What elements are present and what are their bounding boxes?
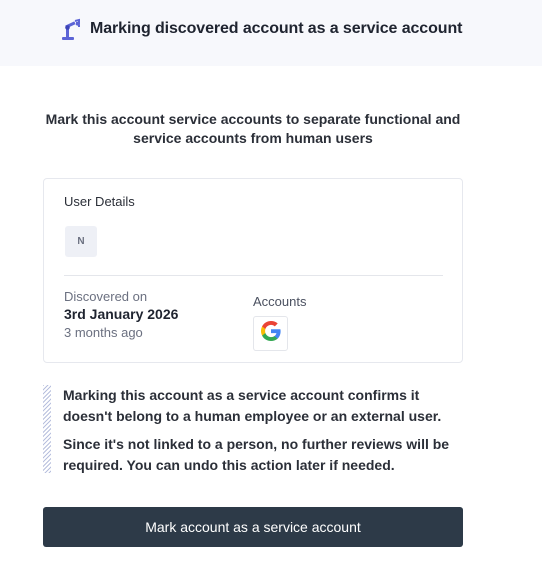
note-paragraph-1: Marking this account as a service accoun… — [63, 387, 442, 424]
dialog-title: Marking discovered account as a service … — [90, 20, 463, 37]
google-account-badge — [253, 316, 288, 351]
accounts-label: Accounts — [253, 294, 307, 309]
mark-service-account-button[interactable]: Mark account as a service account — [43, 507, 463, 547]
discovered-relative-time: 3 months ago — [64, 325, 143, 340]
intro-text: Mark this account service accounts to se… — [45, 111, 461, 146]
note-paragraph-2: Since it's not linked to a person, no fu… — [63, 436, 450, 473]
divider — [64, 275, 443, 276]
dialog-header: Marking discovered account as a service … — [0, 0, 542, 66]
avatar: N — [65, 226, 97, 257]
info-note: Marking this account as a service accoun… — [43, 385, 463, 475]
user-details-title: User Details — [64, 194, 135, 209]
discovered-date: 3rd January 2026 — [64, 306, 179, 322]
discovered-label: Discovered on — [64, 289, 148, 304]
user-details-card: User Details N Discovered on 3rd January… — [43, 178, 463, 363]
robot-arm-icon — [58, 18, 82, 42]
note-accent-bar — [43, 385, 51, 473]
google-icon — [259, 319, 283, 348]
